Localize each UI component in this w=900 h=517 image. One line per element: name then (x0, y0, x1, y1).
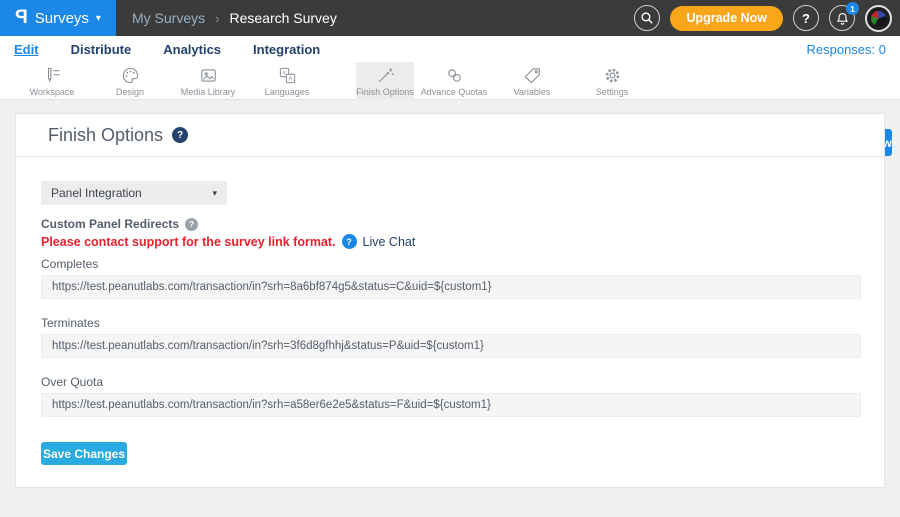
support-notice-row: Please contact support for the survey li… (41, 234, 859, 249)
chevron-down-icon: ▾ (96, 13, 101, 24)
toolbar-label: Media Library (181, 87, 236, 97)
design-icon (121, 66, 140, 85)
save-changes-button[interactable]: Save Changes (41, 442, 127, 465)
completes-field-group: Completes https://test.peanutlabs.com/tr… (41, 257, 859, 299)
toolbar-item-design[interactable]: Design (92, 62, 168, 100)
search-icon (640, 11, 654, 25)
question-mark-icon: ? (802, 11, 810, 26)
finish-options-icon (376, 66, 395, 85)
panel-body: Panel Integration ▾ Custom Panel Redirec… (16, 157, 884, 465)
notifications-button[interactable]: 1 (829, 5, 855, 31)
toolbar-item-media-library[interactable]: Media Library (166, 62, 250, 100)
advance-quotas-icon (445, 66, 464, 85)
toolbar-item-workspace[interactable]: Workspace (14, 62, 90, 100)
languages-icon: xA (278, 66, 297, 85)
toolbar-label: Settings (596, 87, 629, 97)
variables-icon (523, 66, 542, 85)
settings-icon (603, 66, 622, 85)
terminates-url-input[interactable]: https://test.peanutlabs.com/transaction/… (41, 334, 861, 358)
breadcrumb-my-surveys[interactable]: My Surveys (132, 10, 205, 26)
live-chat-icon[interactable]: ? (342, 234, 357, 249)
survey-nav: Edit Distribute Analytics Integration Re… (0, 36, 900, 62)
questionpro-finish-options-page: P Surveys ▾ My Surveys › Research Survey… (0, 0, 900, 517)
toolbar-label: Languages (265, 87, 310, 97)
terminates-label: Terminates (41, 316, 859, 330)
responses-count: Responses: 0 (807, 42, 887, 57)
topbar-actions: Upgrade Now ? 1 (634, 5, 900, 32)
toolbar-item-advance-quotas[interactable]: Advance Quotas (414, 62, 494, 100)
search-button[interactable] (634, 5, 660, 31)
section-title: Custom Panel Redirects (41, 217, 179, 231)
live-chat-link[interactable]: Live Chat (363, 235, 416, 249)
breadcrumb: My Surveys › Research Survey (132, 10, 337, 26)
panel-integration-dropdown[interactable]: Panel Integration ▾ (41, 181, 227, 205)
chevron-down-icon: ▾ (212, 188, 217, 199)
product-name: Surveys (35, 10, 89, 27)
tab-distribute[interactable]: Distribute (71, 42, 132, 57)
over-quota-field-group: Over Quota https://test.peanutlabs.com/t… (41, 375, 859, 417)
upgrade-now-button[interactable]: Upgrade Now (670, 6, 783, 31)
over-quota-url-input[interactable]: https://test.peanutlabs.com/transaction/… (41, 393, 861, 417)
finish-options-panel: Finish Options ? Panel Integration ▾ Cus… (15, 113, 885, 488)
panel-header: Finish Options ? (16, 114, 884, 157)
toolbar-label: Finish Options (356, 87, 414, 97)
over-quota-label: Over Quota (41, 375, 859, 389)
section-help-icon[interactable]: ? (185, 218, 198, 231)
toolbar-item-languages[interactable]: xA Languages (249, 62, 325, 100)
tab-analytics[interactable]: Analytics (163, 42, 221, 57)
finish-options-help-icon[interactable]: ? (172, 127, 188, 143)
surveys-product-menu[interactable]: P Surveys ▾ (0, 0, 116, 36)
toolbar-item-variables[interactable]: Variables (494, 62, 570, 100)
toolbar-label: Design (116, 87, 144, 97)
custom-panel-redirects-header: Custom Panel Redirects ? (41, 217, 859, 231)
terminates-field-group: Terminates https://test.peanutlabs.com/t… (41, 316, 859, 358)
toolbar-label: Advance Quotas (421, 87, 488, 97)
help-button[interactable]: ? (793, 5, 819, 31)
media-library-icon (199, 66, 218, 85)
notification-count-badge: 1 (846, 2, 859, 15)
toolbar-label: Workspace (30, 87, 75, 97)
edit-toolbar: Workspace Design Media Library xA Langua… (0, 62, 900, 100)
completes-url-input[interactable]: https://test.peanutlabs.com/transaction/… (41, 275, 861, 299)
breadcrumb-current-survey: Research Survey (229, 10, 336, 26)
dropdown-selected-value: Panel Integration (51, 186, 142, 200)
page-title: Finish Options (48, 125, 163, 146)
completes-label: Completes (41, 257, 859, 271)
support-notice-text: Please contact support for the survey li… (41, 235, 336, 249)
toolbar-item-settings[interactable]: Settings (578, 62, 646, 100)
workspace-icon (43, 66, 62, 85)
breadcrumb-separator-icon: › (215, 11, 219, 26)
avatar-gauge-icon (871, 11, 886, 26)
top-bar: P Surveys ▾ My Surveys › Research Survey… (0, 0, 900, 36)
toolbar-item-finish-options[interactable]: Finish Options (356, 62, 414, 100)
toolbar-label: Variables (514, 87, 551, 97)
questionpro-logo-icon: P (15, 7, 28, 29)
tab-integration[interactable]: Integration (253, 42, 320, 57)
tab-edit[interactable]: Edit (14, 42, 39, 57)
avatar[interactable] (865, 5, 892, 32)
